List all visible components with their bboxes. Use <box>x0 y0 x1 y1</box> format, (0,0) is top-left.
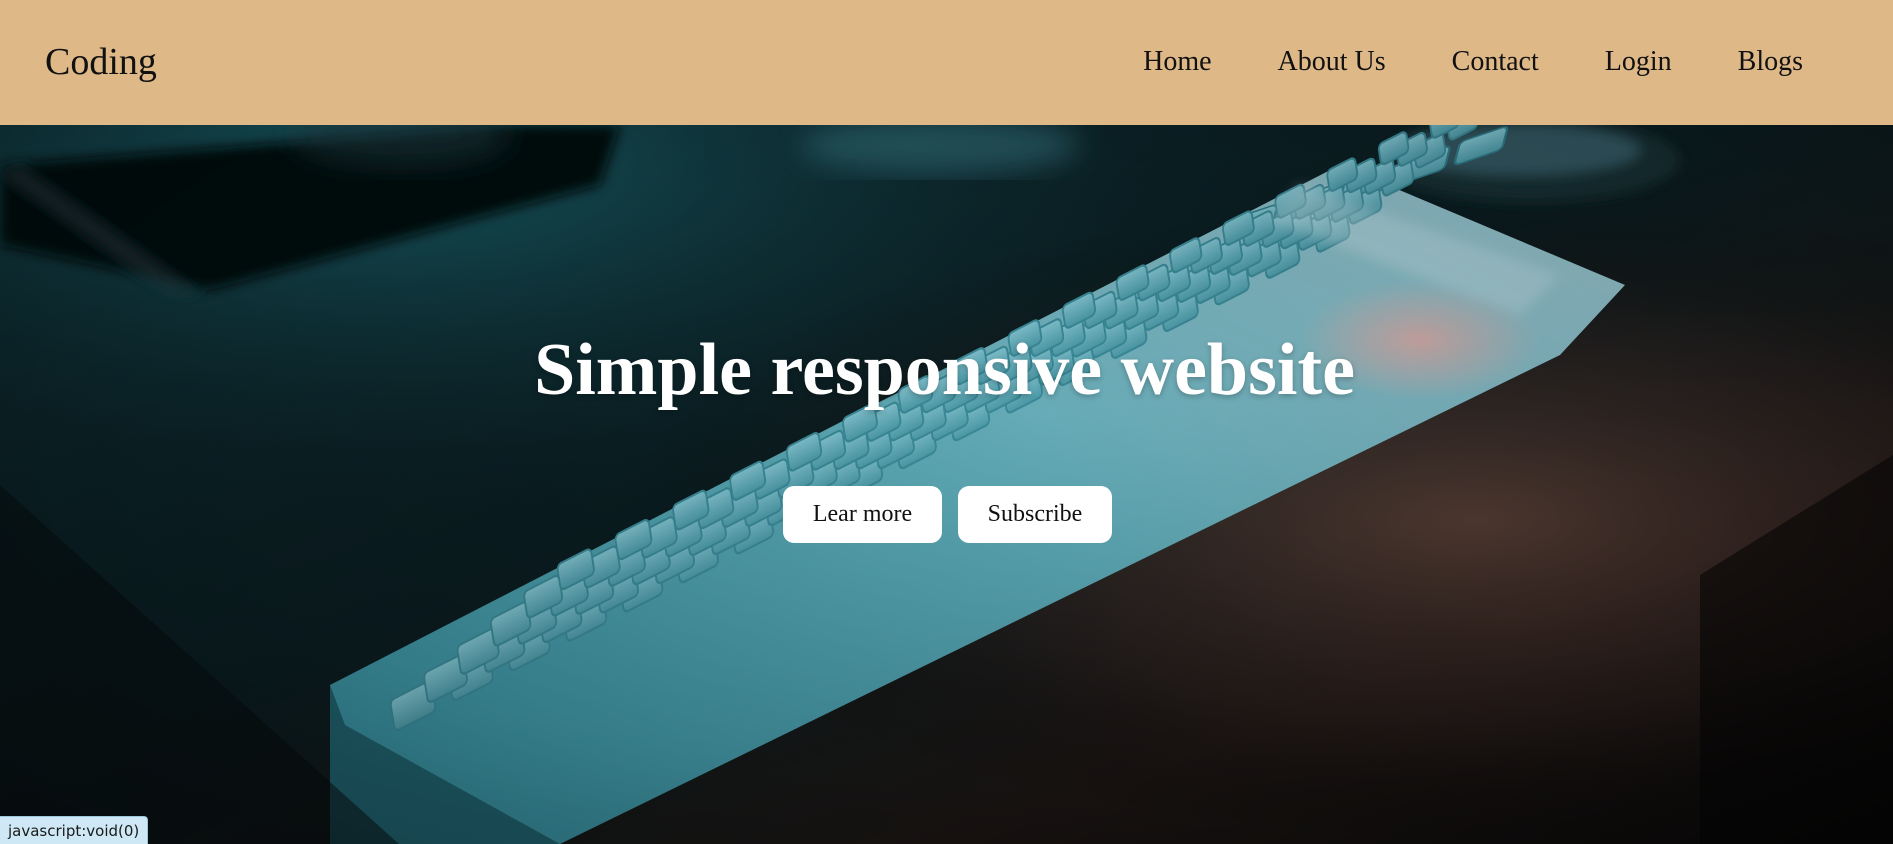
nav-link-home[interactable]: Home <box>1143 44 1211 80</box>
background-keyboard-image <box>0 125 1893 844</box>
subscribe-button[interactable]: Subscribe <box>958 486 1112 543</box>
nav-link-login[interactable]: Login <box>1605 44 1672 80</box>
nav-menu: Home About Us Contact Login Blogs <box>1143 44 1803 80</box>
status-bar-url: javascript:void(0) <box>0 816 149 844</box>
hero-title: Simple responsive website <box>534 329 1355 411</box>
hero-buttons: Lear more Subscribe <box>783 486 1112 543</box>
nav-link-contact[interactable]: Contact <box>1452 44 1539 80</box>
site-logo[interactable]: Coding <box>45 38 157 86</box>
nav-link-about-us[interactable]: About Us <box>1278 44 1386 80</box>
page: Coding Home About Us Contact Login Blogs <box>0 0 1893 844</box>
hero-section: Simple responsive website Lear more Subs… <box>0 125 1893 844</box>
learn-more-button[interactable]: Lear more <box>783 486 942 543</box>
navbar: Coding Home About Us Contact Login Blogs <box>0 0 1893 125</box>
nav-link-blogs[interactable]: Blogs <box>1738 44 1803 80</box>
